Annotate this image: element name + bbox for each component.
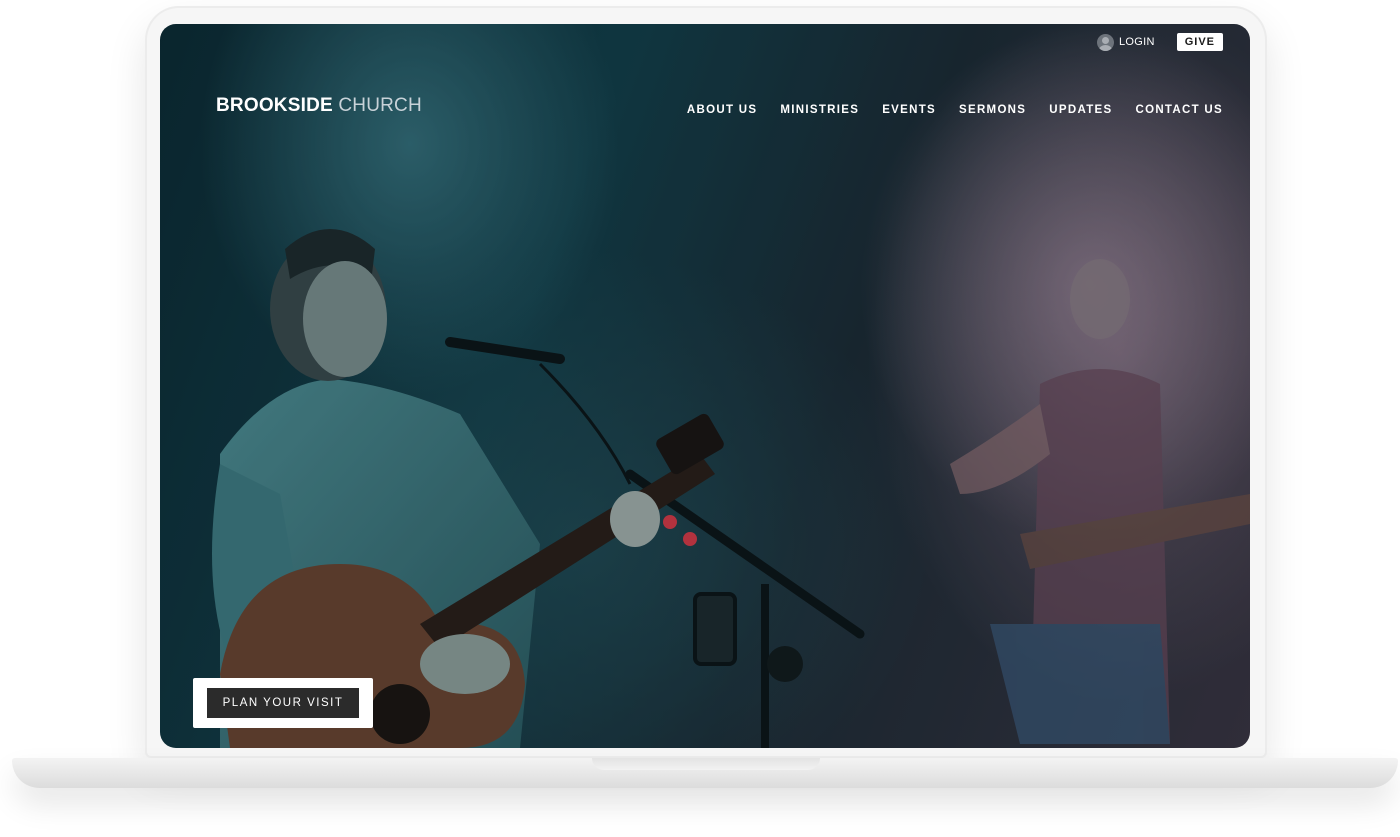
nav-item-about-us[interactable]: ABOUT US: [687, 104, 757, 116]
user-avatar-icon: [1096, 33, 1114, 51]
utility-bar: LOGIN GIVE: [1096, 33, 1223, 51]
nav-item-updates[interactable]: UPDATES: [1049, 104, 1112, 116]
nav-item-events[interactable]: EVENTS: [882, 104, 936, 116]
hero-image: [160, 24, 1250, 748]
site-logo[interactable]: BROOKSIDE CHURCH: [216, 95, 422, 117]
laptop-notch: [592, 758, 820, 770]
nav-item-ministries[interactable]: MINISTRIES: [780, 104, 859, 116]
give-button[interactable]: GIVE: [1176, 33, 1223, 51]
main-nav: ABOUT US MINISTRIES EVENTS SERMONS UPDAT…: [687, 104, 1223, 116]
logo-secondary: CHURCH: [338, 95, 422, 116]
cta-frame: PLAN YOUR VISIT: [193, 678, 373, 728]
plan-your-visit-button[interactable]: PLAN YOUR VISIT: [207, 688, 359, 718]
nav-item-sermons[interactable]: SERMONS: [959, 104, 1026, 116]
website-screen: LOGIN GIVE BROOKSIDE CHURCH ABOUT US MIN…: [160, 24, 1250, 748]
logo-primary: BROOKSIDE: [216, 95, 333, 116]
login-label: LOGIN: [1118, 36, 1155, 48]
login-link[interactable]: LOGIN: [1096, 33, 1155, 51]
nav-item-contact-us[interactable]: CONTACT US: [1135, 104, 1223, 116]
